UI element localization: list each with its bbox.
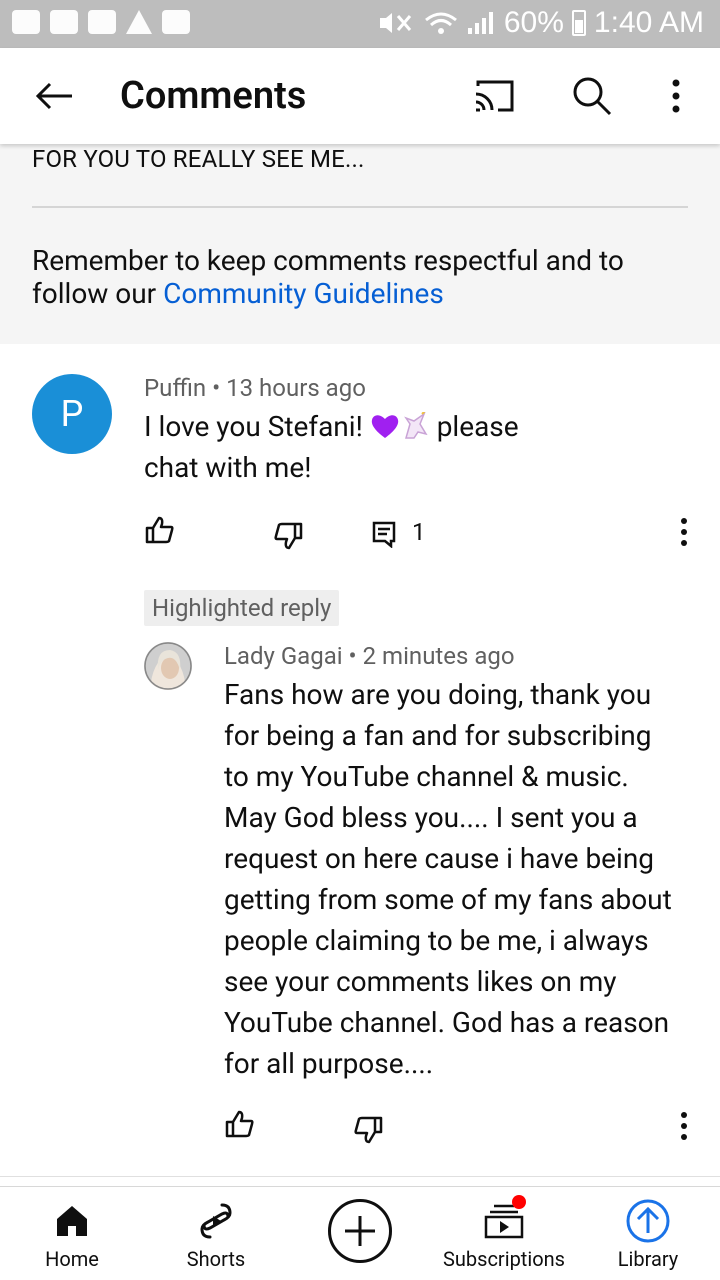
community-reminder: Remember to keep comments respectful and… [32, 244, 672, 310]
reply-line: getting from some of my fans about [224, 883, 672, 916]
battery-percent: 60% [503, 6, 564, 39]
comment-author[interactable]: Puffin [144, 374, 206, 402]
notification-dot [512, 1195, 526, 1209]
reply-time: 2 minutes ago [362, 642, 515, 670]
avatar[interactable] [144, 642, 192, 690]
meta-separator: • [348, 642, 357, 670]
app-bar: Comments [0, 48, 720, 144]
battery-icon [571, 10, 586, 36]
reply-count[interactable]: 1 [412, 518, 426, 546]
mute-vibrate-icon [379, 13, 412, 33]
nav-subscriptions[interactable]: Subscriptions [432, 1187, 576, 1280]
comment-body: I love you Stefani! please chat with me! [144, 406, 624, 488]
reply-more-icon[interactable] [672, 1106, 696, 1146]
unicorn-emoji-icon [403, 412, 428, 439]
status-bar: 60% 1:40 AM [0, 0, 720, 48]
reply-line: request on here cause i have being [224, 842, 655, 875]
reply-line: people claiming to be me, i always [224, 924, 649, 957]
purple-heart-emoji-icon [371, 415, 398, 438]
highlighted-reply-badge: Highlighted reply [144, 590, 340, 626]
comments-header-section: FOR YOU TO REALLY SEE ME... Remember to … [0, 144, 720, 344]
meta-separator: • [212, 374, 221, 402]
nav-library[interactable]: Library [576, 1187, 720, 1280]
nav-shorts-label: Shorts [186, 1247, 246, 1271]
nav-library-label: Library [617, 1247, 679, 1271]
avatar[interactable]: P [32, 374, 112, 454]
reply-body: Fans how are you doing, thank you for be… [224, 674, 704, 1084]
reply-line: see your comments likes on my [224, 965, 617, 998]
comment-more-icon[interactable] [672, 512, 696, 552]
plus-icon [345, 1216, 375, 1246]
page-title: Comments [120, 74, 307, 118]
reply-line: for being a fan and for subscribing [224, 719, 652, 752]
reply-author[interactable]: Lady Gagai [224, 642, 343, 670]
nav-home-label: Home [45, 1247, 99, 1271]
reply-icon[interactable] [368, 518, 400, 550]
comment-text-part2: please [429, 410, 519, 443]
reply-line: May God bless you.... I sent you a [224, 801, 638, 834]
signal-icon [467, 12, 493, 34]
back-arrow-icon[interactable] [30, 72, 78, 120]
home-icon [50, 1199, 94, 1243]
system-status: 60% 1:40 AM [376, 6, 704, 40]
search-icon[interactable] [568, 72, 616, 120]
dislike-icon[interactable] [352, 1114, 384, 1146]
reply-line: YouTube channel. God has a reason [224, 1006, 670, 1039]
reply-line: for all purpose.... [224, 1047, 434, 1080]
video-description-snippet: FOR YOU TO REALLY SEE ME... [32, 145, 365, 173]
nav-subscriptions-label: Subscriptions [443, 1247, 565, 1271]
reply-line: Fans how are you doing, thank you [224, 678, 652, 711]
bottom-navigation: Home Shorts Subscriptions Library [0, 1186, 720, 1280]
library-icon [626, 1199, 670, 1243]
like-icon[interactable] [144, 514, 176, 546]
chat-notification-icon [12, 10, 40, 34]
nav-shorts[interactable]: Shorts [144, 1187, 288, 1280]
reply-line: to my YouTube channel & music. [224, 760, 629, 793]
like-icon[interactable] [224, 1108, 256, 1140]
create-button[interactable] [328, 1199, 392, 1263]
warning-icon [126, 10, 152, 34]
clock: 1:40 AM [593, 6, 704, 39]
dislike-icon[interactable] [272, 520, 304, 552]
comment-text-part1: I love you Stefani! [144, 410, 370, 443]
divider [32, 206, 688, 208]
comment-text-line2: chat with me! [144, 451, 312, 484]
shorts-icon [194, 1199, 238, 1243]
wifi-icon [424, 12, 457, 34]
comment-time: 13 hours ago [226, 374, 366, 402]
folder-notification-icon [88, 10, 116, 34]
comment-meta: Puffin • 13 hours ago [144, 374, 366, 402]
divider [0, 1176, 720, 1177]
community-guidelines-link[interactable]: Community Guidelines [163, 277, 444, 310]
cast-icon[interactable] [470, 72, 518, 120]
notification-icons [12, 10, 190, 34]
more-vert-icon[interactable] [652, 72, 700, 120]
nav-home[interactable]: Home [0, 1187, 144, 1280]
youtube-notification-icon [50, 10, 78, 34]
image-notification-icon [162, 10, 190, 34]
reply-meta: Lady Gagai • 2 minutes ago [224, 642, 515, 670]
